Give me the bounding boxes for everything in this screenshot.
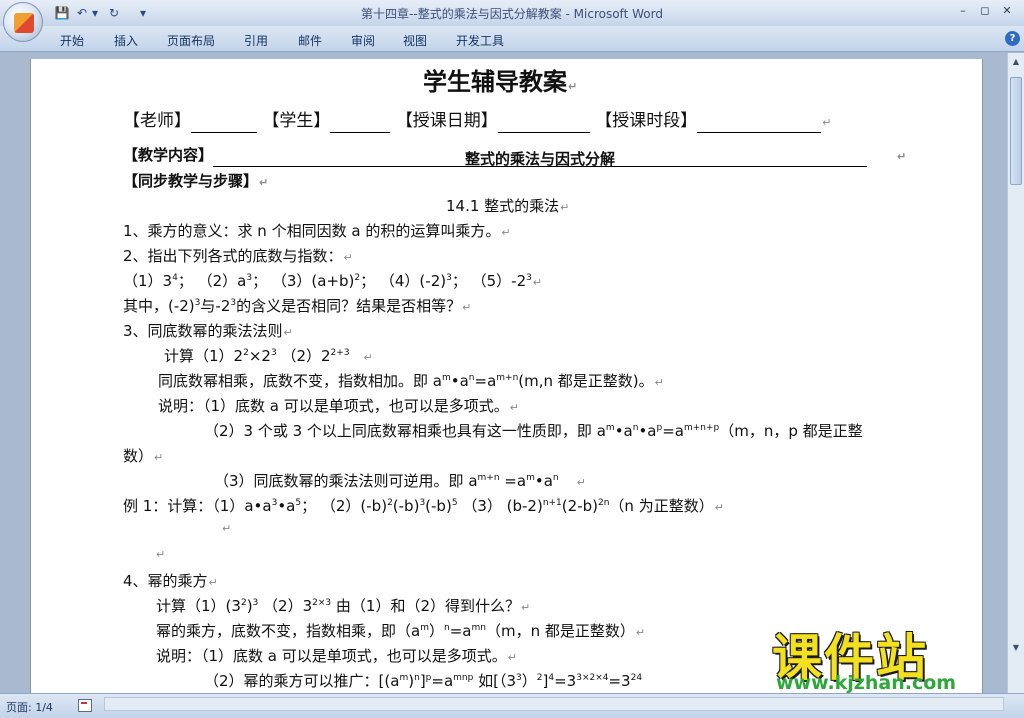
office-logo-icon (14, 13, 34, 33)
content-title: 整式的乘法与因式分解 (213, 149, 868, 168)
period-label: 【授课时段】 (595, 111, 698, 131)
office-button[interactable] (3, 2, 43, 42)
content-label: 【教学内容】 (123, 146, 214, 164)
document-heading: 学生辅导教案↵ (423, 68, 578, 96)
text-line: （3）同底数幂的乘法法则可逆用。即 am+n =am•an ↵ (214, 472, 586, 490)
period-blank[interactable] (697, 115, 822, 133)
restore-button[interactable]: ◻ (974, 2, 996, 20)
ribbon-tabs: 开始 插入 页面布局 引用 邮件 审阅 视图 开发工具 ? (0, 26, 1024, 52)
tab-developer[interactable]: 开发工具 (456, 32, 504, 49)
text-line: （1）34； （2）a3； （3）(a+b)2； （4）(-2)3； （5）-2… (123, 272, 543, 290)
text-line: 计算（1）(32)3 （2）32×3 由（1）和（2）得到什么？↵ (156, 597, 531, 615)
spelling-check-icon[interactable] (78, 699, 92, 712)
text-line: 数）↵ (123, 447, 164, 465)
tab-references[interactable]: 引用 (244, 32, 268, 49)
student-label: 【学生】 (262, 111, 331, 131)
scrollbar-thumb[interactable] (1010, 77, 1022, 185)
minimize-button[interactable]: – (952, 2, 974, 20)
tab-view[interactable]: 视图 (403, 32, 427, 49)
empty-paragraph: ↵ (156, 548, 166, 561)
tab-review[interactable]: 审阅 (351, 32, 375, 49)
tab-page-layout[interactable]: 页面布局 (167, 32, 215, 49)
document-area: 学生辅导教案↵ 【老师】 【学生】 【授课日期】 【授课时段】 ↵ 【教学内容】整… (0, 53, 1007, 693)
text-line: 3、同底数幂的乘法法则↵ (123, 322, 293, 340)
window-title: 第十四章--整式的乘法与因式分解教案 - Microsoft Word (361, 7, 663, 21)
text-line: 2、指出下列各式的底数与指数：↵ (123, 247, 353, 265)
date-label: 【授课日期】 (395, 111, 498, 131)
teacher-label: 【老师】 (123, 111, 191, 131)
horizontal-scrollbar[interactable] (104, 697, 1004, 711)
tab-mailings[interactable]: 邮件 (298, 32, 322, 49)
close-button[interactable]: ✕ (996, 2, 1018, 20)
header-fields-row: 【老师】 【学生】 【授课日期】 【授课时段】 ↵ (123, 111, 832, 133)
sync-label: 【同步教学与步骤】↵ (123, 172, 269, 190)
student-blank[interactable] (330, 115, 391, 133)
text-line: 同底数幂相乘，底数不变，指数相加。即 am•an=am+n(m,n 都是正整数)… (158, 372, 664, 390)
scroll-up-icon[interactable]: ▲ (1010, 55, 1022, 69)
text-line: 1、乘方的意义：求 n 个相同因数 a 的积的运算叫乘方。↵ (123, 222, 511, 240)
date-blank[interactable] (497, 115, 590, 133)
text-line: 说明：（1）底数 a 可以是单项式，也可以是多项式。↵ (158, 397, 519, 415)
tab-insert[interactable]: 插入 (114, 32, 138, 49)
section-title: 14.1 整式的乘法↵ (446, 197, 570, 215)
content-row: 【教学内容】 整式的乘法与因式分解 ↵ (123, 146, 907, 168)
text-line: 其中，(-2)3与-23的含义是否相同？结果是否相等？↵ (123, 297, 472, 315)
title-bar: 💾 ↶ ▾ ↻ ▾ 第十四章--整式的乘法与因式分解教案 - Microsoft… (0, 0, 1024, 26)
text-line: 计算（1）22×23 （2）22+3 ↵ (164, 347, 373, 365)
tab-home[interactable]: 开始 (60, 32, 84, 49)
text-line: 4、幂的乘方↵ (123, 572, 218, 590)
watermark-url: www.kjzhan.com (776, 672, 957, 694)
document-page[interactable]: 学生辅导教案↵ 【老师】 【学生】 【授课日期】 【授课时段】 ↵ 【教学内容】整… (30, 59, 983, 693)
watermark: 课件站 www.kjzhan.com (772, 618, 1012, 698)
text-line: 说明：（1）底数 a 可以是单项式，也可以是多项式。↵ (156, 647, 517, 665)
text-line: （2）幂的乘方可以推广：[(am)n]p=amnp 如[（33）2]4=33×2… (204, 672, 643, 690)
teacher-blank[interactable] (191, 115, 257, 133)
text-line: （2）3 个或 3 个以上同底数幂相乘也具有这一性质即，即 am•an•ap=a… (204, 422, 863, 440)
text-line: 幂的乘方，底数不变，指数相乘，即（am）n=amn（m，n 都是正整数）↵ (156, 622, 646, 640)
page-indicator[interactable]: 页面: 1/4 (6, 699, 53, 715)
vertical-scrollbar[interactable]: ▲ ▼ (1007, 53, 1024, 693)
empty-paragraph: ↵ (222, 522, 232, 535)
text-line: 例 1：计算：（1）a•a3•a5； （2）(-b)2(-b)3(-b)5 （3… (123, 497, 724, 515)
help-icon[interactable]: ? (1005, 31, 1020, 46)
